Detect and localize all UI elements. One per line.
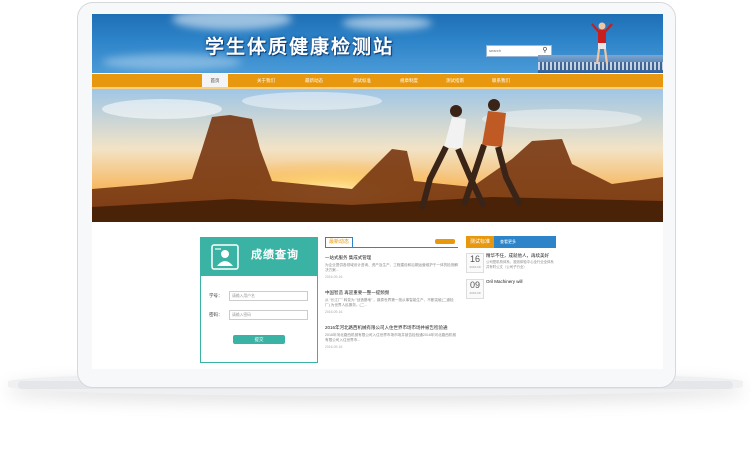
score-query-header: 成绩查询: [201, 238, 317, 276]
password-input[interactable]: 请输入密码: [229, 310, 308, 320]
score-query-box: 成绩查询 学号： 请输入用户名 密码： 请输入密码 提交: [200, 237, 318, 363]
date-year-month: 2016-09: [469, 265, 481, 269]
date-badge: 16 2016-09: [466, 253, 484, 273]
search-input[interactable]: search: [489, 48, 501, 53]
news-panel: 最新动态 一站式服务 集成式管理 为企业提供各领域设计咨询、资产及生产、工程建设…: [325, 236, 458, 366]
news-item[interactable]: 2016年河北路西机械有限公司入住世界市场市场并被告检验通 2016年河北路西机…: [325, 325, 458, 349]
password-label: 密码：: [209, 312, 223, 317]
more-link[interactable]: [435, 239, 455, 244]
date-badge: 09 2016-09: [466, 279, 484, 299]
standards-title[interactable]: Oril Machinery will: [486, 279, 523, 284]
stadium-graphic: [538, 14, 663, 73]
submit-button[interactable]: 提交: [233, 335, 285, 344]
news-title[interactable]: 中国智造 再迎重要一整一提频频: [325, 290, 458, 296]
tab-latest-news[interactable]: 最新动态: [325, 237, 354, 247]
news-desc: 2016年河北路西机械有限公司入住世界市场市场并被告检验通2016年河北路西机械…: [325, 333, 456, 342]
site-header: 学生体质健康检测站 search ⚲: [92, 14, 663, 73]
nav-item-standards[interactable]: 测试标准: [348, 74, 376, 87]
date-day: 09: [469, 280, 480, 290]
standards-panel: 测试标准 查看更多 16 2016-09 精华不任，成就他人，再续美好 公司是机…: [466, 236, 556, 326]
news-date: 2016-09-16: [325, 275, 343, 279]
id-card-icon: [211, 244, 239, 270]
nav-item-guide[interactable]: 测试指南: [441, 74, 469, 87]
news-date: 2016-09-16: [325, 345, 343, 349]
news-desc: 从 “长江厂” 转变为 “创造基地” ，鼎泰世界第一批从事智能生产、不断突破(二…: [325, 298, 454, 307]
student-id-label: 学号：: [209, 293, 223, 298]
standards-header: 测试标准 查看更多: [466, 236, 556, 248]
standards-desc: 公司是机构体系，准则体验中心全行业全体系并有时公文（公司子行业）: [486, 260, 554, 269]
standards-item[interactable]: 16 2016-09 精华不任，成就他人，再续美好 公司是机构体系，准则体验中心…: [466, 253, 556, 277]
news-header: 最新动态: [325, 236, 458, 248]
news-item[interactable]: 中国智造 再迎重要一整一提频频 从 “长江厂” 转变为 “创造基地” ，鼎泰世界…: [325, 290, 458, 314]
website-screen: 学生体质健康检测站 search ⚲ 首页 关于我们 最新动态 测试标准 规章制…: [92, 14, 663, 369]
hero-image: [92, 89, 663, 222]
standards-item[interactable]: 09 2016-09 Oril Machinery will: [466, 279, 556, 303]
nav-item-news[interactable]: 最新动态: [300, 74, 328, 87]
news-item[interactable]: 一站式服务 集成式管理 为企业提供各领域设计咨询、资产及生产、工程建设和后期运营…: [325, 255, 458, 279]
nav-item-rules[interactable]: 规章制度: [395, 74, 423, 87]
cloud-decoration: [342, 16, 432, 30]
score-query-title: 成绩查询: [251, 249, 299, 261]
news-date: 2016-09-16: [325, 310, 343, 314]
student-id-input[interactable]: 请输入用户名: [229, 291, 308, 301]
content-area: 成绩查询 学号： 请输入用户名 密码： 请输入密码 提交 最新动态 一站式服务 …: [92, 222, 663, 369]
tab-more[interactable]: 查看更多: [496, 236, 520, 248]
standards-title[interactable]: 精华不任，成就他人，再续美好: [486, 253, 549, 259]
hero-banner: [92, 89, 663, 222]
news-desc: 为企业提供各领域设计咨询、资产及生产、工程建设和后期运营维护于一体的检测解决方案…: [325, 263, 458, 272]
tab-standards[interactable]: 测试标准: [466, 236, 495, 248]
date-year-month: 2016-09: [469, 291, 481, 295]
athlete-figure: [591, 22, 613, 65]
date-day: 16: [469, 254, 480, 264]
cloud-decoration: [172, 14, 292, 30]
nav-item-home[interactable]: 首页: [202, 74, 228, 87]
carousel-dots: [371, 215, 385, 222]
site-title: 学生体质健康检测站: [205, 36, 395, 58]
nav-item-about[interactable]: 关于我们: [252, 74, 280, 87]
main-nav: 首页 关于我们 最新动态 测试标准 规章制度 测试指南 联系我们: [92, 74, 663, 87]
news-title[interactable]: 一站式服务 集成式管理: [325, 255, 458, 261]
nav-item-contact[interactable]: 联系我们: [487, 74, 515, 87]
news-title[interactable]: 2016年河北路西机械有限公司入住世界市场市场并被告检验通: [325, 325, 458, 331]
